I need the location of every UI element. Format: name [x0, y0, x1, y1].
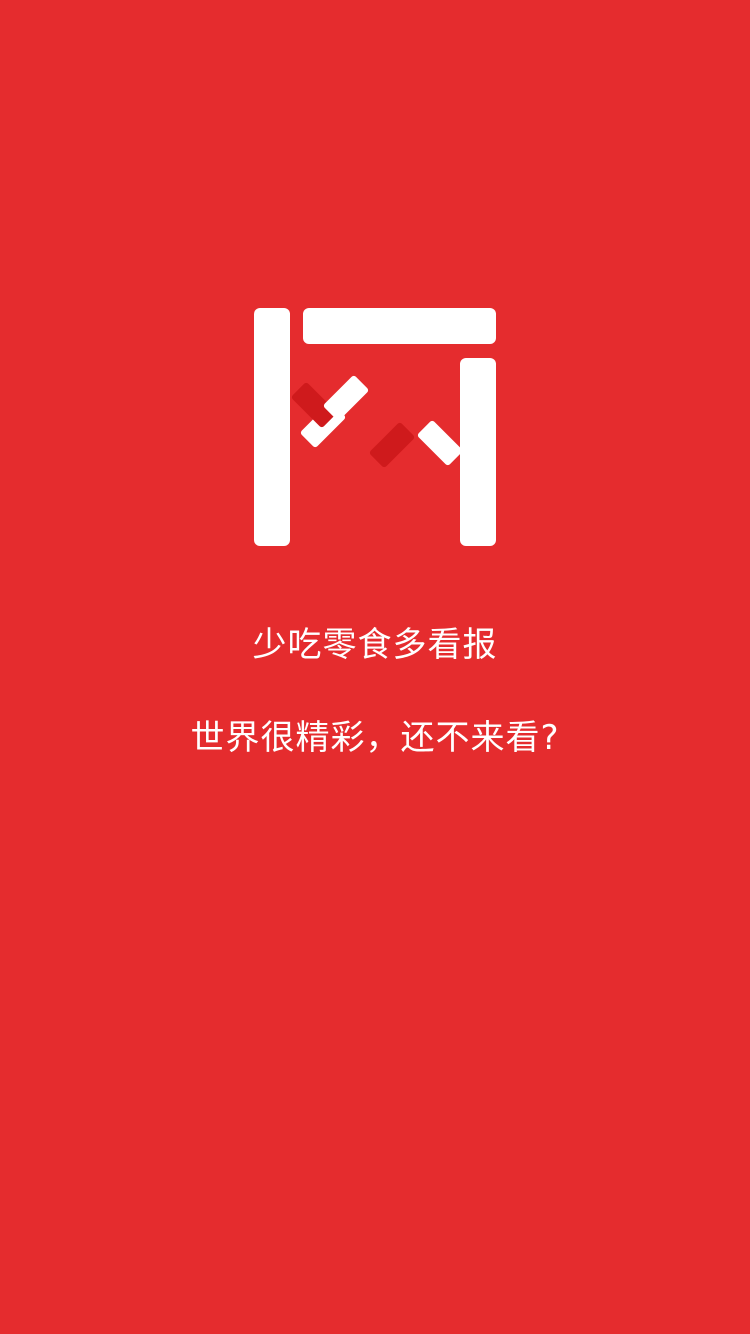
logo-x2-red-tile — [368, 421, 416, 469]
app-logo — [254, 306, 496, 546]
logo-left-bar — [254, 308, 290, 546]
logo-x2-white-tile — [416, 419, 464, 467]
logo-top-bar — [303, 308, 496, 344]
logo-right-bar — [460, 358, 496, 546]
tagline-line-1: 少吃零食多看报 — [252, 625, 498, 665]
tagline-line-2: 世界很精彩，还不来看? — [190, 718, 560, 758]
